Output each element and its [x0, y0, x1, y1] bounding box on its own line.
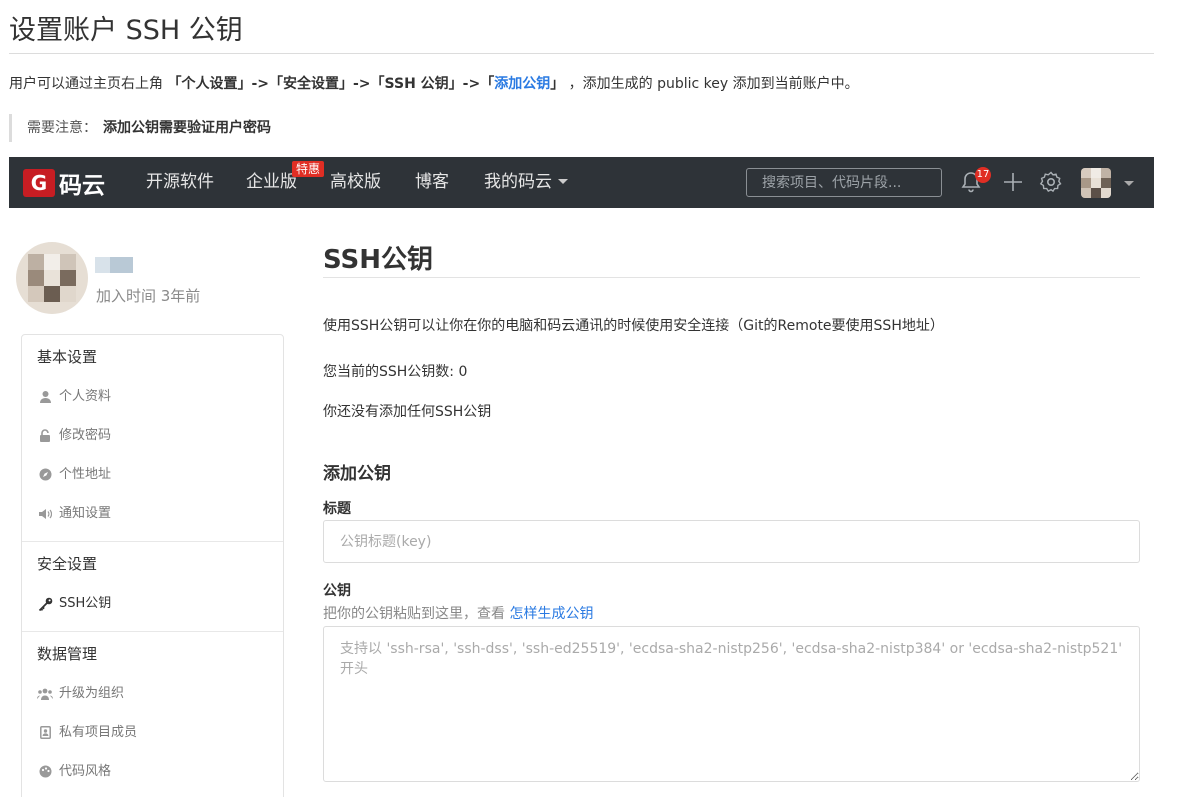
- sidebar-item-private-members[interactable]: 私有项目成员: [37, 713, 283, 752]
- avatar-chevron-down-icon[interactable]: [1124, 181, 1134, 186]
- user-avatar[interactable]: [1081, 168, 1111, 198]
- nav-my-gitee[interactable]: 我的码云: [484, 157, 568, 208]
- sidebar-item-profile[interactable]: 个人资料: [37, 377, 283, 416]
- nav-enterprise[interactable]: 企业版: [246, 157, 297, 208]
- key-hint-text: 把你的公钥粘贴到这里，查看: [323, 606, 505, 622]
- add-key-link[interactable]: 添加公钥: [494, 76, 550, 92]
- logo-mark: G: [23, 169, 55, 197]
- page-title: 设置账户 SSH 公钥: [9, 15, 243, 46]
- path-close: 」: [550, 76, 565, 92]
- intro-text: 用户可以通过主页右上角 「个人设置」->「安全设置」->「SSH 公钥」->「添…: [9, 73, 859, 93]
- intro-suffix: ，添加生成的 public key 添加到当前账户中。: [568, 76, 859, 92]
- nav-open-source[interactable]: 开源软件: [146, 157, 214, 208]
- search-input[interactable]: [746, 168, 942, 197]
- settings-screenshot: G 码云 开源软件 企业版 特惠 高校版 博客 我的码云 17: [9, 157, 1154, 797]
- compass-icon: [37, 467, 53, 483]
- top-navbar: G 码云 开源软件 企业版 特惠 高校版 博客 我的码云 17: [9, 157, 1154, 208]
- key-field-label: 公钥: [323, 583, 351, 599]
- nav-education[interactable]: 高校版: [330, 157, 381, 208]
- enterprise-promo-badge: 特惠: [292, 161, 325, 177]
- key-icon: [37, 596, 53, 612]
- plus-icon[interactable]: [1001, 170, 1025, 194]
- how-to-generate-link[interactable]: 怎样生成公钥: [509, 606, 593, 622]
- sidebar-item-upgrade-org[interactable]: 升级为组织: [37, 674, 283, 713]
- sidebar-item-label: 私有项目成员: [59, 725, 138, 740]
- path-steps: 「个人设置」->「安全设置」->「SSH 公钥」->「: [167, 76, 495, 92]
- note-label: 需要注意：: [27, 120, 97, 136]
- palette-icon: [37, 764, 53, 780]
- speaker-icon: [37, 506, 53, 522]
- sidebar-item-code-style[interactable]: 代码风格: [37, 752, 283, 791]
- key-title-input[interactable]: [323, 520, 1140, 563]
- note-text: 添加公钥需要验证用户密码: [103, 120, 271, 136]
- avatar-image: [1081, 168, 1111, 198]
- add-key-heading: 添加公钥: [323, 464, 391, 484]
- ssh-description: 使用SSH公钥可以让你在你的电脑和码云通讯的时候使用安全连接（Git的Remot…: [323, 318, 944, 334]
- sidebar-group-title: 数据管理: [37, 645, 98, 663]
- sidebar-item-password[interactable]: 修改密码: [37, 416, 283, 455]
- sidebar-item-label: 个性地址: [59, 467, 112, 482]
- profile-joined-text: 加入时间 3年前: [96, 287, 201, 305]
- note-blockquote: 需要注意： 添加公钥需要验证用户密码: [9, 114, 271, 142]
- settings-sidebar: 基本设置 个人资料 修改密码 个性地址 通知设置 安全设置 SSH公钥 数据管理…: [21, 334, 284, 797]
- sidebar-item-label: 个人资料: [59, 389, 112, 404]
- profile-avatar[interactable]: [16, 242, 88, 314]
- title-divider: [9, 53, 1154, 54]
- lock-icon: [37, 428, 53, 444]
- sidebar-item-label: SSH公钥: [59, 596, 112, 611]
- contact-icon: [37, 725, 53, 741]
- nav-my-gitee-label: 我的码云: [484, 172, 552, 192]
- sidebar-item-notifications[interactable]: 通知设置: [37, 494, 283, 533]
- key-hint: 把你的公钥粘贴到这里，查看 怎样生成公钥: [323, 603, 593, 623]
- nav-blog[interactable]: 博客: [415, 157, 449, 208]
- notification-badge: 17: [975, 167, 991, 183]
- sidebar-group-security: 安全设置 SSH公钥: [22, 542, 283, 632]
- site-logo[interactable]: G 码云: [23, 168, 105, 199]
- intro-prefix: 用户可以通过主页右上角: [9, 76, 163, 92]
- ssh-keys-heading: SSH公钥: [323, 245, 434, 275]
- no-keys-message: 你还没有添加任何SSH公钥: [323, 404, 492, 420]
- sidebar-item-personal-url[interactable]: 个性地址: [37, 455, 283, 494]
- sidebar-item-label: 修改密码: [59, 428, 112, 443]
- heading-divider: [323, 277, 1140, 278]
- user-icon: [37, 389, 53, 405]
- chevron-down-icon: [558, 179, 568, 184]
- users-icon: [37, 686, 53, 702]
- profile-avatar-image: [16, 242, 88, 314]
- gear-icon[interactable]: [1039, 170, 1063, 194]
- sidebar-item-label: 通知设置: [59, 506, 112, 521]
- public-key-textarea[interactable]: [323, 626, 1140, 782]
- sidebar-item-label: 升级为组织: [59, 686, 125, 701]
- sidebar-item-ssh-keys[interactable]: SSH公钥: [37, 584, 283, 623]
- sidebar-item-label: 代码风格: [59, 764, 112, 779]
- sidebar-group-title: 安全设置: [37, 555, 98, 573]
- sidebar-group-basic: 基本设置 个人资料 修改密码 个性地址 通知设置: [22, 335, 283, 542]
- sidebar-group-data: 数据管理 升级为组织 私有项目成员 代码风格: [22, 632, 283, 797]
- title-field-label: 标题: [323, 501, 351, 517]
- logo-text: 码云: [59, 173, 105, 199]
- profile-name-redacted: [95, 257, 133, 273]
- sidebar-group-title: 基本设置: [37, 348, 98, 366]
- ssh-key-count: 您当前的SSH公钥数: 0: [323, 364, 468, 380]
